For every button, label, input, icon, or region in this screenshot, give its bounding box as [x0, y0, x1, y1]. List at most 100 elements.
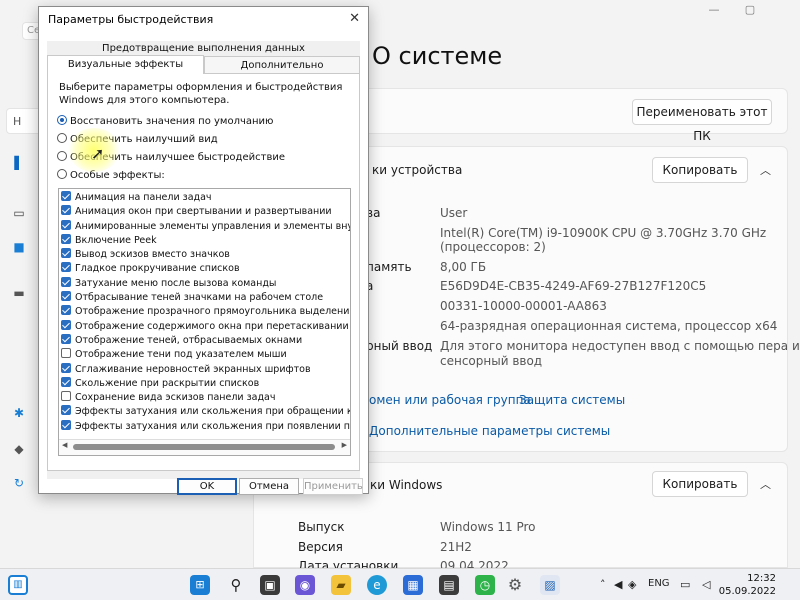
app-icon[interactable]: ◷ [475, 575, 495, 595]
effect-item[interactable]: Сохранение вида эскизов панели задач [61, 391, 350, 405]
effect-item[interactable]: Отбрасывание теней значками на рабочем с… [61, 291, 350, 305]
checkbox[interactable] [61, 419, 71, 430]
checkbox[interactable] [61, 205, 71, 216]
checkbox[interactable] [61, 405, 71, 416]
checkbox[interactable] [61, 305, 71, 316]
language-indicator[interactable]: ENG [648, 578, 670, 589]
checkbox[interactable] [61, 276, 71, 287]
close-icon[interactable]: ✕ [349, 11, 360, 26]
effect-item[interactable]: Анимация на панели задач [61, 191, 350, 205]
checkbox[interactable] [61, 362, 71, 373]
copy-windows-specs-button[interactable]: Копировать [652, 471, 748, 497]
effect-item[interactable]: Скольжение при раскрытии списков [61, 376, 350, 391]
radio-button[interactable] [57, 169, 67, 179]
horizontal-scrollbar[interactable]: ◀ ▶ [59, 439, 350, 455]
nav-item-icon[interactable]: ▭ [12, 206, 26, 220]
effect-label: Отбрасывание теней значками на рабочем с… [75, 292, 324, 304]
checkbox[interactable] [61, 376, 71, 387]
minimize-icon[interactable]: — [700, 2, 728, 18]
effect-item[interactable]: Отображение прозрачного прямоугольника в… [61, 305, 351, 319]
tab-visual-effects[interactable]: Визуальные эффекты [47, 55, 204, 74]
accessibility-icon[interactable]: ✱ [12, 406, 26, 420]
clock[interactable]: 12:32 05.09.2022 [719, 572, 776, 598]
radio-default[interactable]: Восстановить значения по умолчанию [57, 115, 273, 129]
file-explorer-icon[interactable]: ▰ [331, 575, 351, 595]
chevron-up-icon[interactable]: ︿ [760, 476, 771, 492]
checkbox[interactable] [61, 248, 71, 259]
ok-button[interactable]: OK [177, 478, 237, 495]
search-icon[interactable]: ⚲ [226, 575, 246, 595]
advanced-system-settings-link[interactable]: Дополнительные параметры системы [369, 424, 610, 438]
radio-button[interactable] [57, 115, 67, 125]
domain-workgroup-link[interactable]: омен или рабочая группа [369, 393, 531, 407]
task-view-icon[interactable]: ▣ [260, 575, 280, 595]
maximize-icon[interactable]: ▢ [736, 2, 764, 18]
chat-icon[interactable]: ◉ [295, 575, 315, 595]
effect-item[interactable]: Затухание меню после вызова команды [61, 276, 350, 291]
effect-label: Сглаживание неровностей экранных шрифтов [75, 363, 311, 375]
effect-item[interactable]: Гладкое прокручивание списков [61, 262, 350, 276]
copy-device-specs-button[interactable]: Копировать [652, 157, 748, 183]
nav-item-icon[interactable]: ▬ [12, 286, 26, 300]
effect-item[interactable]: Отображение теней, отбрасываемых окнами [61, 333, 350, 348]
checkbox[interactable] [61, 348, 71, 359]
gear-icon[interactable]: ⚙ [505, 575, 525, 595]
effect-item[interactable]: Эффекты затухания или скольжения при обр… [61, 405, 350, 419]
widgets-icon[interactable]: ▥ [8, 575, 28, 595]
effect-item[interactable]: Включение Peek [61, 233, 350, 248]
effect-item[interactable]: Анимация окон при свертывании и разверты… [61, 205, 350, 219]
start-icon[interactable]: ⊞ [190, 575, 210, 595]
checkbox[interactable] [61, 191, 71, 201]
checkbox[interactable] [61, 233, 71, 244]
device-specs-title: ки устройства [372, 163, 463, 177]
edge-icon[interactable]: e [367, 575, 387, 595]
checkbox[interactable] [61, 291, 71, 302]
effect-item[interactable]: Отображение содержимого окна при перетас… [61, 319, 350, 334]
update-icon[interactable]: ↻ [12, 476, 26, 490]
tab-advanced[interactable]: Дополнительно [204, 56, 360, 73]
effect-item[interactable]: Анимированные элементы управления и элем… [61, 219, 350, 234]
radio-custom[interactable]: Особые эффекты: [57, 169, 165, 183]
effect-item[interactable]: Эффекты затухания или скольжения при поя… [61, 419, 350, 434]
taskbar: ▥ ⊞ ⚲ ▣ ◉ ▰ e ▦ ▤ ◷ ⚙ ▨ ˄ ◀ ◈ ENG ▭ ◁ 12… [0, 568, 800, 600]
checkbox[interactable] [61, 333, 71, 344]
performance-app-icon[interactable]: ▨ [540, 575, 560, 595]
checkbox[interactable] [61, 262, 71, 273]
radio-button[interactable] [57, 151, 67, 161]
tab-dep[interactable]: Предотвращение выполнения данных [47, 41, 360, 56]
effect-item[interactable]: Вывод эскизов вместо значков [61, 248, 350, 262]
checkbox[interactable] [61, 319, 71, 330]
effects-list-box[interactable]: Анимация на панели задач Анимация окон пр… [58, 188, 351, 456]
dialog-title: Параметры быстродействия [48, 13, 214, 26]
checkbox[interactable] [61, 219, 71, 230]
nav-accent-icon[interactable]: ▌ [12, 156, 26, 170]
radio-button[interactable] [57, 133, 67, 143]
system-protection-link[interactable]: Защита системы [519, 393, 625, 407]
effect-label: Отображение прозрачного прямоугольника в… [75, 306, 351, 318]
effect-label: Гладкое прокручивание списков [75, 263, 240, 275]
app-icon[interactable]: ▤ [439, 575, 459, 595]
win-spec-value: Windows 11 Pro [440, 520, 536, 534]
chevron-up-icon[interactable]: ︿ [760, 162, 771, 178]
effect-label: Анимация на панели задач [75, 192, 212, 203]
volume-icon[interactable]: ◁ [702, 578, 710, 591]
store-icon[interactable]: ▦ [403, 575, 423, 595]
speaker-icon[interactable]: ◀ [614, 578, 622, 591]
scroll-right-icon[interactable]: ▶ [342, 441, 347, 449]
network-status-icon[interactable]: ▭ [680, 578, 690, 591]
effect-item[interactable]: Сглаживание неровностей экранных шрифтов [61, 362, 350, 377]
cancel-button[interactable]: Отмена [239, 478, 299, 495]
apply-button[interactable]: Применить [303, 478, 363, 495]
effect-item[interactable]: Отображение тени под указателем мыши [61, 348, 350, 362]
scrollbar-thumb[interactable] [73, 444, 335, 450]
chevron-up-icon[interactable]: ˄ [600, 578, 606, 591]
shield-icon[interactable]: ◆ [12, 442, 26, 456]
checkbox[interactable] [61, 391, 71, 402]
scroll-left-icon[interactable]: ◀ [62, 441, 67, 449]
rename-pc-button[interactable]: Переименовать этот ПК [632, 99, 772, 143]
nav-item-icon[interactable]: ■ [12, 240, 26, 254]
spec-value: сенсорный ввод [440, 354, 543, 368]
network-icon[interactable]: ◈ [628, 578, 636, 591]
spec-value: 64-разрядная операционная система, проце… [440, 319, 778, 333]
effect-label: Включение Peek [75, 234, 157, 246]
